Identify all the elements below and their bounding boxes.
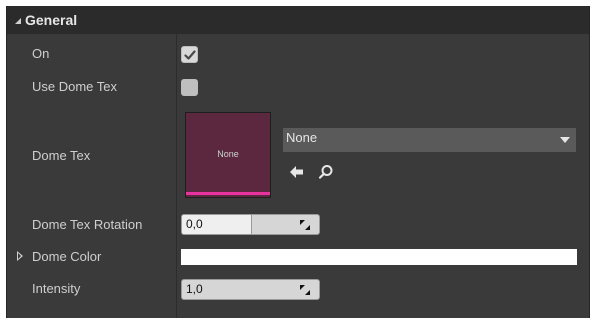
search-icon: [318, 165, 333, 179]
dome-tex-rotation-spinbox[interactable]: 0,0: [181, 214, 320, 235]
collapse-triangle-icon[interactable]: [15, 18, 21, 24]
chevron-down-icon: [560, 137, 570, 143]
arrow-left-icon: [290, 166, 303, 178]
dome-tex-asset-combo[interactable]: None: [283, 128, 576, 152]
resize-arrows-icon: [300, 285, 310, 295]
dome-tex-thumbnail[interactable]: None: [185, 112, 271, 198]
intensity-value: 1,0: [186, 282, 203, 296]
asset-combo-value: None: [286, 130, 318, 145]
property-label-use-dome-tex: Use Dome Tex: [32, 79, 118, 94]
thumbnail-label: None: [217, 149, 239, 159]
use-selected-button[interactable]: [288, 163, 306, 181]
category-header-general[interactable]: General: [7, 6, 589, 34]
column-splitter[interactable]: [176, 34, 177, 318]
category-title: General: [25, 12, 78, 28]
resize-arrows-icon: [300, 220, 310, 230]
thumbnail-type-bar: [186, 192, 270, 195]
dome-color-swatch[interactable]: [181, 249, 577, 265]
rotation-value: 0,0: [186, 217, 203, 231]
property-label-dome-tex-rotation: Dome Tex Rotation: [32, 217, 143, 232]
details-view: General On Use Dome Tex Dome Tex None No…: [0, 0, 601, 320]
property-label-intensity: Intensity: [32, 281, 81, 296]
property-label-dome-tex: Dome Tex: [32, 148, 91, 163]
property-label-on: On: [32, 46, 50, 61]
checkmark-icon: [184, 50, 196, 60]
on-checkbox[interactable]: [181, 46, 198, 63]
details-panel: General On Use Dome Tex Dome Tex None No…: [6, 6, 590, 318]
expand-arrow-icon[interactable]: [17, 251, 23, 261]
browse-button[interactable]: [317, 163, 335, 181]
property-label-dome-color: Dome Color: [32, 249, 102, 264]
use-dome-tex-checkbox[interactable]: [181, 79, 198, 96]
intensity-spinbox[interactable]: 1,0: [181, 279, 320, 300]
